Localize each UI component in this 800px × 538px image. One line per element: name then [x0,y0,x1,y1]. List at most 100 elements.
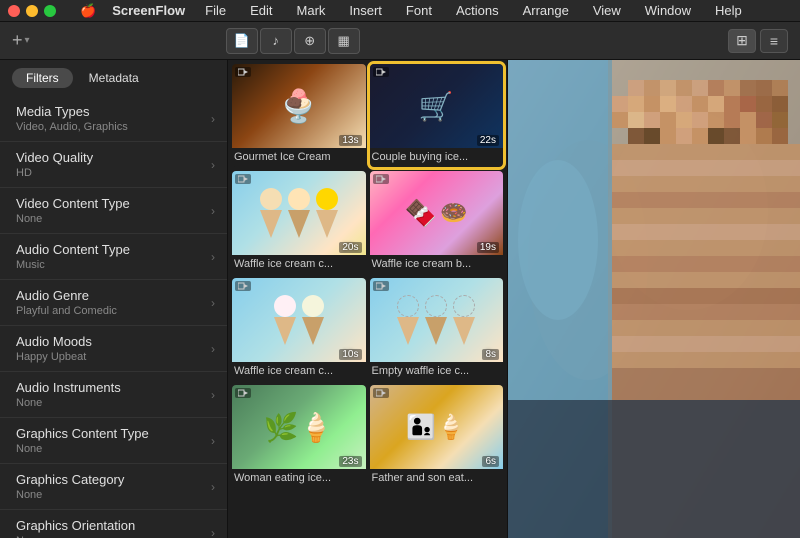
menu-help[interactable]: Help [711,3,746,18]
media-thumbnail-waffle1: 20s [232,171,366,255]
video-icon-gourmet [235,67,251,77]
list-view-button[interactable]: ≡ [760,29,788,53]
filter-item-video-quality[interactable]: Video Quality HD › [0,142,227,188]
label-woman: Woman eating ice... [232,469,366,488]
preview-image [508,60,800,538]
filter-item-graphics-content-type[interactable]: Graphics Content Type None › [0,418,227,464]
chevron-right-icon: › [211,480,215,494]
media-thumbnail-couple: 🛒 22s [370,64,504,148]
minimize-button[interactable] [26,5,38,17]
add-chevron-icon: ▾ [25,35,30,46]
filter-item-audio-content-type[interactable]: Audio Content Type Music › [0,234,227,280]
fullscreen-button[interactable] [44,5,56,17]
tab-metadata[interactable]: Metadata [75,68,153,88]
video-icon-waffle1 [235,174,251,184]
video-icon-waffle3 [235,281,251,291]
menu-file[interactable]: File [201,3,230,18]
media-item-father[interactable]: 👨‍👦🍦 6s Father and son eat... [370,385,504,488]
duration-woman: 23s [339,456,361,467]
video-icon-couple [373,67,389,77]
filter-item-audio-instruments[interactable]: Audio Instruments None › [0,372,227,418]
web-type-button[interactable]: ⊕ [294,28,326,54]
menu-view[interactable]: View [589,3,625,18]
media-item-woman[interactable]: 🌿🍦 23s Woman eating ice... [232,385,366,488]
main-content: Filters Metadata Media Types Video, Audi… [0,60,800,538]
grid-type-button[interactable]: ▦ [328,28,360,54]
menu-arrange[interactable]: Arrange [519,3,573,18]
menu-mark[interactable]: Mark [293,3,330,18]
grid-icon: ▦ [338,33,350,49]
video-icon-waffle2 [373,174,389,184]
label-waffle2: Waffle ice cream b... [370,255,504,274]
media-item-couple[interactable]: 🛒 22s Couple buying ice... [370,64,504,167]
tab-filters[interactable]: Filters [12,68,73,88]
globe-icon: ⊕ [304,33,315,49]
apple-logo: 🍎 [80,3,96,19]
grid-view-icon: ⊞ [736,32,748,49]
label-waffle1: Waffle ice cream c... [232,255,366,274]
media-thumbnail-gourmet: 🍨 13s [232,64,366,148]
chevron-right-icon: › [211,296,215,310]
media-item-waffle1[interactable]: 20s Waffle ice cream c... [232,171,366,274]
label-waffle3: Waffle ice cream c... [232,362,366,381]
chevron-right-icon: › [211,526,215,538]
duration-empty: 8s [482,349,499,360]
label-empty: Empty waffle ice c... [370,362,504,381]
filter-item-video-content-type[interactable]: Video Content Type None › [0,188,227,234]
audio-type-button[interactable]: ♪ [260,28,292,54]
view-toggle-buttons: ⊞ ≡ [728,29,788,53]
filter-item-audio-genre[interactable]: Audio Genre Playful and Comedic › [0,280,227,326]
duration-father: 6s [482,456,499,467]
label-gourmet: Gourmet Ice Cream [232,148,366,167]
close-button[interactable] [8,5,20,17]
media-item-waffle2[interactable]: 🍫 🍩 19s Waffle ice cream b... [370,171,504,274]
filter-item-audio-moods[interactable]: Audio Moods Happy Upbeat › [0,326,227,372]
menu-bar: 🍎 ScreenFlow File Edit Mark Insert Font … [0,0,800,22]
plus-icon: + [12,30,23,51]
document-icon: 📄 [234,33,250,49]
filter-item-media-types[interactable]: Media Types Video, Audio, Graphics › [0,96,227,142]
preview-background [508,60,800,538]
grid-view-button[interactable]: ⊞ [728,29,756,53]
add-media-button[interactable]: + ▾ [12,30,30,51]
video-icon-father [373,388,389,398]
duration-gourmet: 13s [339,135,361,146]
video-icon-woman [235,388,251,398]
sidebar-tabs: Filters Metadata [0,60,227,96]
label-couple: Couple buying ice... [370,148,504,167]
duration-waffle1: 20s [339,242,361,253]
filter-item-graphics-orientation[interactable]: Graphics Orientation None › [0,510,227,538]
menu-actions[interactable]: Actions [452,3,503,18]
media-item-empty[interactable]: 8s Empty waffle ice c... [370,278,504,381]
duration-couple: 22s [477,135,499,146]
chevron-right-icon: › [211,388,215,402]
media-thumbnail-waffle3: 10s [232,278,366,362]
traffic-lights [8,5,56,17]
document-type-button[interactable]: 📄 [226,28,258,54]
media-thumbnail-empty: 8s [370,278,504,362]
chevron-right-icon: › [211,112,215,126]
media-thumbnail-waffle2: 🍫 🍩 19s [370,171,504,255]
sidebar: Filters Metadata Media Types Video, Audi… [0,60,228,538]
toolbar: + ▾ 📄 ♪ ⊕ ▦ ⊞ ≡ [0,22,800,60]
app-name: ScreenFlow [112,3,185,18]
media-item-gourmet[interactable]: 🍨 13s Gourmet Ice Cream [232,64,366,167]
preview-panel [508,60,800,538]
media-thumbnail-father: 👨‍👦🍦 6s [370,385,504,469]
menu-edit[interactable]: Edit [246,3,276,18]
menu-insert[interactable]: Insert [345,3,386,18]
music-note-icon: ♪ [272,33,279,48]
media-grid: 🍨 13s Gourmet Ice Cream 🛒 22s [228,60,507,492]
duration-waffle3: 10s [339,349,361,360]
media-item-waffle3[interactable]: 10s Waffle ice cream c... [232,278,366,381]
menu-font[interactable]: Font [402,3,436,18]
filter-item-graphics-category[interactable]: Graphics Category None › [0,464,227,510]
label-father: Father and son eat... [370,469,504,488]
video-icon-empty [373,281,389,291]
menu-window[interactable]: Window [641,3,695,18]
chevron-right-icon: › [211,434,215,448]
chevron-right-icon: › [211,250,215,264]
chevron-right-icon: › [211,158,215,172]
chevron-right-icon: › [211,342,215,356]
list-view-icon: ≡ [770,33,778,49]
